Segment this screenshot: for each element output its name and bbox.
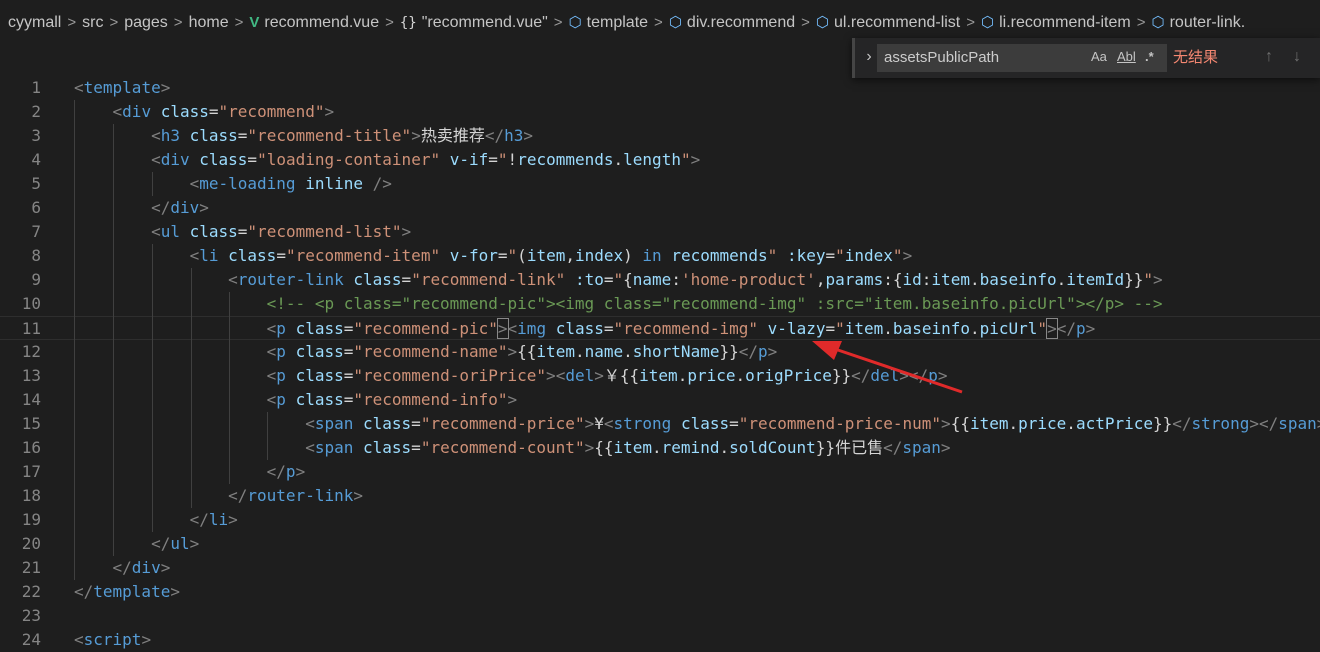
- annotation-arrow: [812, 341, 963, 394]
- find-widget: › assetsPublicPath Aa Abl .* 无结果 ↑ ↓: [852, 38, 1320, 78]
- arrow-up-icon[interactable]: ↑: [1265, 46, 1273, 68]
- arrow-down-icon[interactable]: ↓: [1293, 46, 1301, 68]
- find-result-status: 无结果: [1173, 49, 1219, 66]
- use-regex-button[interactable]: .*: [1145, 48, 1154, 66]
- match-whole-word-button[interactable]: Abl: [1117, 48, 1136, 66]
- toggle-replace-chevron-icon[interactable]: ›: [861, 47, 877, 67]
- match-case-button[interactable]: Aa: [1091, 48, 1107, 66]
